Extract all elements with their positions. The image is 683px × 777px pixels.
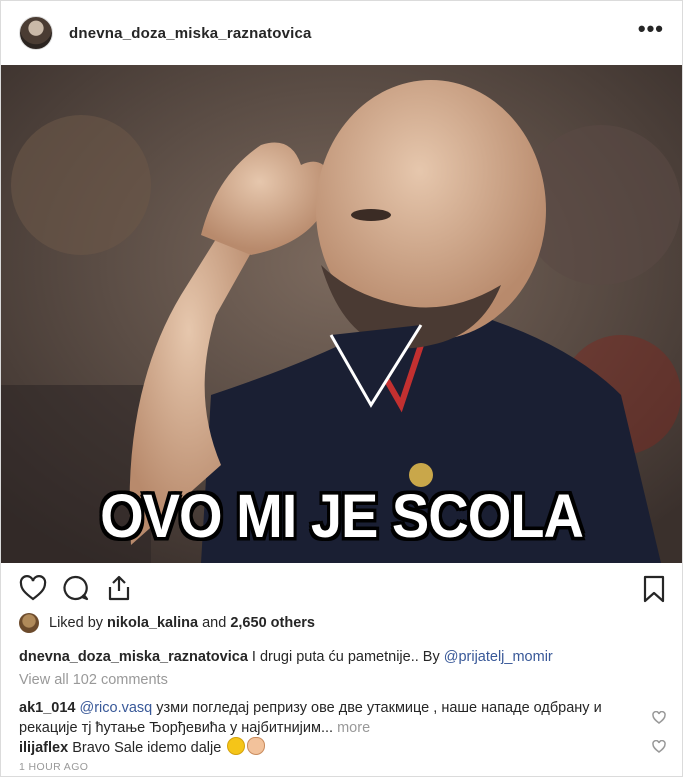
post-image[interactable]: OVO MI JE SCOLA (1, 65, 682, 563)
more-options-icon[interactable]: ••• (638, 18, 664, 40)
liker-avatar[interactable] (19, 613, 39, 633)
comment: ak1_014 @rico.vasq узми погледај репризу… (19, 698, 639, 738)
avatar[interactable] (19, 16, 53, 50)
comment-more-link[interactable]: more (333, 720, 370, 736)
meme-caption: OVO MI JE SCOLA (100, 480, 584, 551)
caption-username[interactable]: dnevna_doza_miska_raznatovica (19, 649, 248, 665)
post-timestamp: 1 HOUR AGO (19, 761, 89, 773)
likes-summary: Liked by nikola_kalina and 2,650 others (19, 613, 315, 633)
action-bar (1, 563, 682, 613)
caption-mention[interactable]: @prijatelj_momir (444, 649, 553, 665)
post-caption: dnevna_doza_miska_raznatovica I drugi pu… (19, 649, 553, 665)
comment: ilijaflex Bravo Sale idemo dalje (19, 737, 639, 758)
likes-prefix: Liked by (49, 615, 104, 631)
view-all-comments-link[interactable]: View all 102 comments (19, 672, 168, 688)
heart-icon[interactable] (19, 575, 47, 606)
bookmark-icon[interactable] (642, 575, 666, 608)
likes-count[interactable]: 2,650 others (230, 615, 315, 631)
comment-mention[interactable]: @rico.vasq (79, 700, 152, 716)
share-icon[interactable] (105, 575, 133, 606)
clap-emoji-icon (247, 737, 266, 755)
caption-text: I drugi puta ću pametnije.. By (247, 649, 444, 665)
comment-username[interactable]: ilijaflex (19, 740, 68, 756)
comment-username[interactable]: ak1_014 (19, 700, 75, 716)
comment-like-icon[interactable] (652, 710, 666, 729)
instagram-post: dnevna_doza_miska_raznatovica ••• OVO MI… (0, 0, 683, 777)
post-header: dnevna_doza_miska_raznatovica ••• (1, 1, 682, 65)
comment-icon[interactable] (61, 575, 89, 606)
smile-emoji-icon (227, 737, 246, 755)
comment-like-icon[interactable] (652, 739, 666, 758)
comment-text: Bravo Sale idemo dalje (68, 740, 226, 756)
post-username[interactable]: dnevna_doza_miska_raznatovica (69, 25, 312, 42)
liker-username[interactable]: nikola_kalina (107, 615, 198, 631)
likes-middle: and (198, 615, 231, 631)
